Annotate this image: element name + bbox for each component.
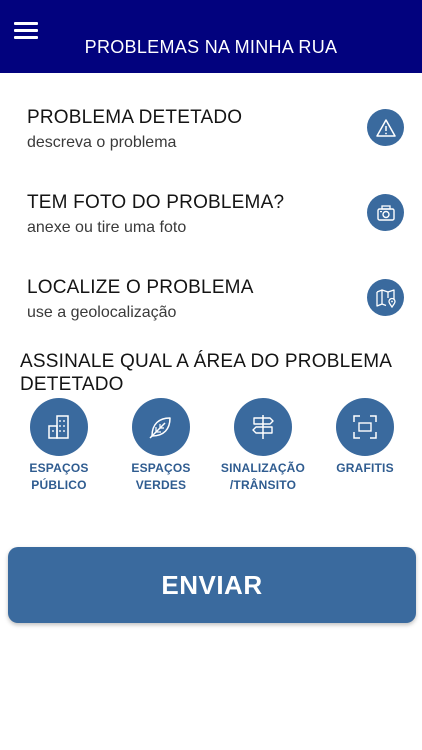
category-sinalizacao-transito[interactable]: SINALIZAÇÃO /TRÂNSITO — [218, 398, 308, 494]
category-label: ESPAÇOS PÚBLICO — [29, 461, 89, 492]
camera-icon[interactable] — [367, 194, 404, 231]
row-photo[interactable]: TEM FOTO DO PROBLEMA? anexe ou tire uma … — [0, 192, 422, 252]
send-button[interactable]: ENVIAR — [8, 547, 416, 623]
row-subtitle: anexe ou tire uma foto — [27, 219, 187, 236]
row-title: TEM FOTO DO PROBLEMA? — [27, 192, 285, 213]
category-espacos-verdes[interactable]: ESPAÇOS VERDES — [116, 398, 206, 494]
category-espacos-publico[interactable]: ESPAÇOS PÚBLICO — [14, 398, 104, 494]
row-location[interactable]: LOCALIZE O PROBLEMA use a geolocalização — [0, 277, 422, 337]
category-label: GRAFITIS — [336, 461, 394, 475]
row-title: LOCALIZE O PROBLEMA — [27, 277, 254, 298]
row-subtitle: use a geolocalização — [27, 304, 177, 321]
category-grafitis[interactable]: GRAFITIS — [320, 398, 410, 477]
app-header: PROBLEMAS NA MINHA RUA — [0, 0, 422, 73]
map-location-icon[interactable] — [367, 279, 404, 316]
row-problem-description[interactable]: PROBLEMA DETETADO descreva o problema — [0, 107, 422, 167]
buildings-icon — [30, 398, 88, 456]
signpost-icon — [234, 398, 292, 456]
warning-icon[interactable] — [367, 109, 404, 146]
page-title: PROBLEMAS NA MINHA RUA — [84, 37, 338, 57]
category-label: ESPAÇOS VERDES — [131, 461, 191, 492]
row-title: PROBLEMA DETETADO — [27, 107, 243, 128]
section-title: ASSINALE QUAL A ÁREA DO PROBLEMA DETETAD… — [20, 351, 392, 395]
row-subtitle: descreva o problema — [27, 134, 177, 151]
frame-icon — [336, 398, 394, 456]
leaf-icon — [132, 398, 190, 456]
category-label: SINALIZAÇÃO /TRÂNSITO — [220, 461, 306, 492]
